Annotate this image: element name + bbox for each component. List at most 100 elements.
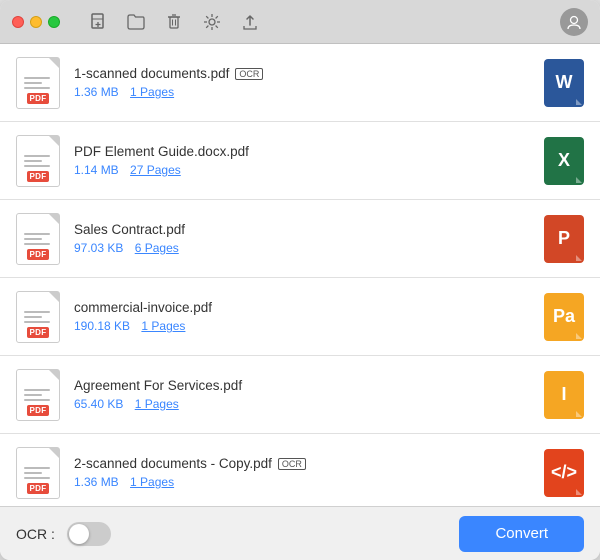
pdf-line [24,77,50,79]
file-meta: 190.18 KB 1 Pages [74,319,534,333]
file-name: Agreement For Services.pdf [74,378,534,393]
pdf-thumbnail: PDF [16,291,60,343]
pdf-thumbnail: PDF [16,369,60,421]
pdf-thumbnail: PDF [16,57,60,109]
file-size: 1.36 MB [74,475,119,489]
file-info: 2-scanned documents - Copy.pdfOCR 1.36 M… [74,456,534,489]
pdf-lines [24,155,52,167]
open-folder-icon[interactable] [126,12,146,32]
file-name: Sales Contract.pdf [74,222,534,237]
pdf-line [24,399,50,401]
file-meta: 65.40 KB 1 Pages [74,397,534,411]
pdf-label: PDF [27,93,50,104]
pdf-line [24,233,50,235]
pdf-thumbnail: PDF [16,447,60,499]
file-pages[interactable]: 1 Pages [130,85,174,99]
settings-svg [202,12,222,32]
pdf-line [24,477,50,479]
file-size: 97.03 KB [74,241,123,255]
toolbar-icons [88,12,260,32]
pdf-label: PDF [27,405,50,416]
file-size: 1.14 MB [74,163,119,177]
pdf-lines [24,233,52,245]
pdf-line [24,238,42,240]
file-info: Sales Contract.pdf 97.03 KB 6 Pages [74,222,534,255]
output-icon-word[interactable]: W [544,59,584,107]
ocr-badge: OCR [278,458,306,470]
output-icon-ppt[interactable]: P [544,215,584,263]
minimize-button[interactable] [30,16,42,28]
new-file-icon[interactable] [88,12,108,32]
pdf-lines [24,389,52,401]
pdf-line [24,243,50,245]
file-info: Agreement For Services.pdf 65.40 KB 1 Pa… [74,378,534,411]
ocr-toggle[interactable] [67,522,111,546]
avatar-icon [566,14,582,30]
file-info: commercial-invoice.pdf 190.18 KB 1 Pages [74,300,534,333]
pdf-label: PDF [27,171,50,182]
ocr-badge: OCR [235,68,263,80]
pdf-line [24,160,42,162]
pdf-line [24,311,50,313]
ocr-label: OCR : [16,526,55,542]
pdf-thumbnail: PDF [16,213,60,265]
file-pages[interactable]: 1 Pages [141,319,185,333]
pdf-line [24,165,50,167]
upload-svg [240,12,260,32]
file-name: 1-scanned documents.pdfOCR [74,66,534,81]
file-item[interactable]: PDF 1-scanned documents.pdfOCR 1.36 MB 1… [0,44,600,122]
main-window: PDF 1-scanned documents.pdfOCR 1.36 MB 1… [0,0,600,560]
file-info: 1-scanned documents.pdfOCR 1.36 MB 1 Pag… [74,66,534,99]
new-file-svg [88,12,108,32]
trash-svg [164,12,184,32]
titlebar [0,0,600,44]
file-name: commercial-invoice.pdf [74,300,534,315]
maximize-button[interactable] [48,16,60,28]
file-item[interactable]: PDF Agreement For Services.pdf 65.40 KB … [0,356,600,434]
pdf-line [24,82,42,84]
pdf-line [24,472,42,474]
output-icon-excel[interactable]: X [544,137,584,185]
traffic-lights [12,16,60,28]
file-name: 2-scanned documents - Copy.pdfOCR [74,456,534,471]
file-pages[interactable]: 1 Pages [130,475,174,489]
upload-icon[interactable] [240,12,260,32]
file-meta: 1.14 MB 27 Pages [74,163,534,177]
close-button[interactable] [12,16,24,28]
file-pages[interactable]: 27 Pages [130,163,181,177]
bottom-bar: OCR : Convert [0,506,600,560]
file-item[interactable]: PDF PDF Element Guide.docx.pdf 1.14 MB 2… [0,122,600,200]
avatar [560,8,588,36]
file-size: 190.18 KB [74,319,130,333]
file-pages[interactable]: 6 Pages [135,241,179,255]
output-icon-code[interactable]: </> [544,449,584,497]
file-item[interactable]: PDF commercial-invoice.pdf 190.18 KB 1 P… [0,278,600,356]
pdf-line [24,321,50,323]
output-icon-indesign[interactable]: I [544,371,584,419]
pdf-label: PDF [27,327,50,338]
file-meta: 97.03 KB 6 Pages [74,241,534,255]
pdf-line [24,467,50,469]
pdf-lines [24,77,52,89]
pdf-line [24,394,42,396]
settings-icon[interactable] [202,12,222,32]
file-pages[interactable]: 1 Pages [135,397,179,411]
file-list: PDF 1-scanned documents.pdfOCR 1.36 MB 1… [0,44,600,506]
ocr-toggle-switch[interactable] [67,522,111,546]
trash-icon[interactable] [164,12,184,32]
pdf-line [24,316,42,318]
convert-button[interactable]: Convert [459,516,584,552]
pdf-thumbnail: PDF [16,135,60,187]
pdf-line [24,155,50,157]
toggle-knob [69,524,89,544]
pdf-label: PDF [27,249,50,260]
file-size: 65.40 KB [74,397,123,411]
file-info: PDF Element Guide.docx.pdf 1.14 MB 27 Pa… [74,144,534,177]
output-icon-pages-app[interactable]: Pa [544,293,584,341]
pdf-lines [24,467,52,479]
file-size: 1.36 MB [74,85,119,99]
pdf-line [24,87,50,89]
file-item[interactable]: PDF Sales Contract.pdf 97.03 KB 6 Pages … [0,200,600,278]
file-item[interactable]: PDF 2-scanned documents - Copy.pdfOCR 1.… [0,434,600,506]
pdf-lines [24,311,52,323]
